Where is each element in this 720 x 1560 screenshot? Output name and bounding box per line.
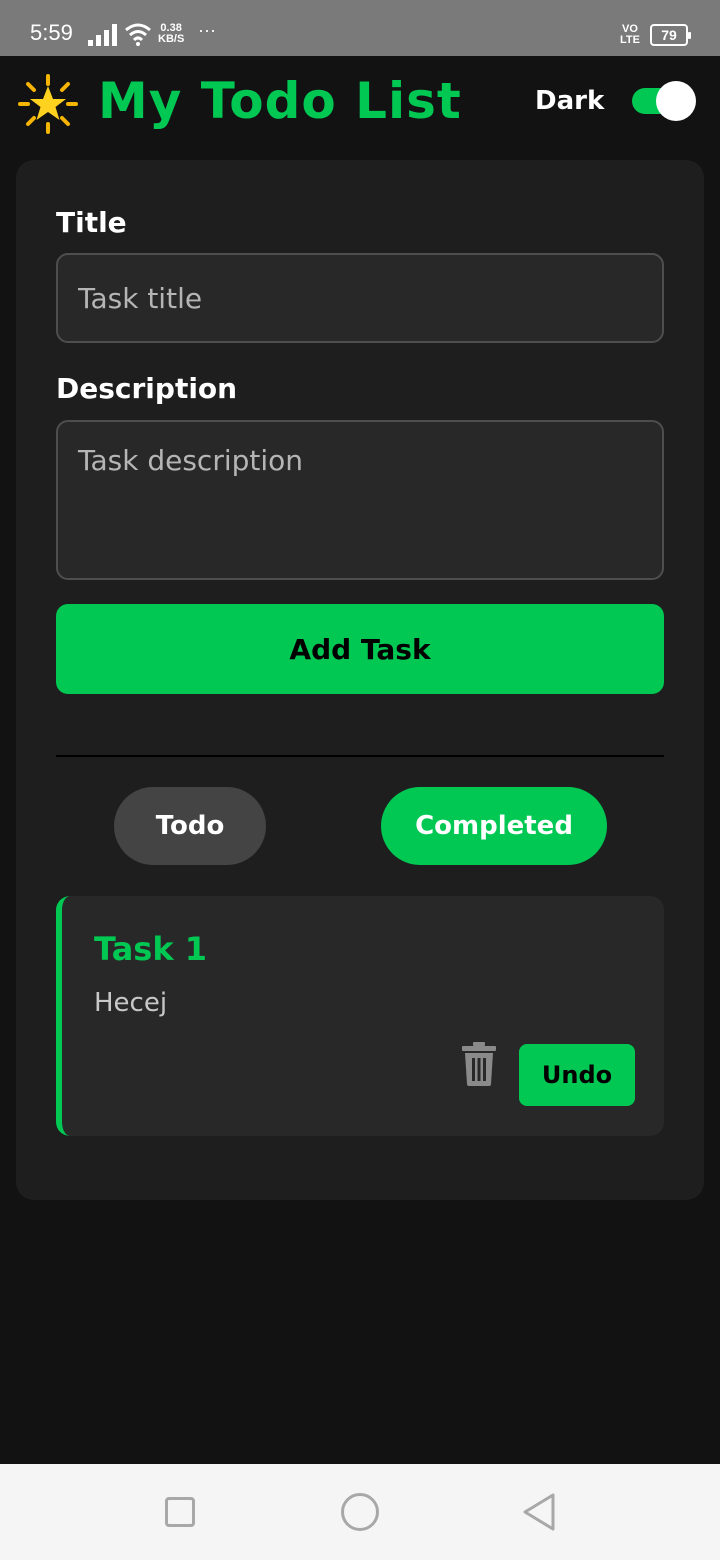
description-input[interactable] (56, 420, 664, 580)
tab-completed[interactable]: Completed (381, 787, 607, 865)
task-item: Task 1 Hecej Undo (56, 896, 664, 1136)
undo-button[interactable]: Undo (519, 1044, 635, 1106)
battery-icon: 79 (650, 24, 691, 46)
more-notifications-icon: ··· (198, 20, 216, 40)
navigation-bar (0, 1464, 720, 1560)
app-title: My Todo List (98, 72, 462, 130)
home-icon[interactable] (341, 1493, 379, 1531)
recent-apps-icon[interactable] (165, 1497, 195, 1527)
theme-label: Dark (535, 86, 605, 116)
divider (56, 755, 664, 757)
task-description: Hecej (94, 988, 168, 1018)
status-time: 5:59 (30, 20, 73, 45)
volte-indicator: VO LTE (620, 24, 640, 46)
todo-card: Title Description Add Task Todo Complete… (16, 160, 704, 1200)
dark-mode-toggle[interactable] (632, 81, 696, 121)
network-speed-unit: KB/S (158, 33, 185, 45)
add-task-button[interactable]: Add Task (56, 604, 664, 694)
network-speed: 0.38 KB/S (158, 23, 184, 45)
tab-todo[interactable]: Todo (114, 787, 266, 865)
title-label: Title (56, 206, 127, 239)
app-header: My Todo List Dark (0, 56, 720, 156)
title-input[interactable] (56, 253, 664, 343)
description-label: Description (56, 372, 238, 405)
signal-icon (88, 24, 117, 46)
star-icon (18, 74, 78, 134)
task-title: Task 1 (94, 930, 208, 968)
toggle-knob (656, 81, 696, 121)
wifi-icon (125, 23, 151, 46)
status-bar: 5:59 0.38 KB/S ··· VO LTE 79 (0, 0, 720, 56)
volte-bottom: LTE (620, 34, 640, 46)
back-icon[interactable] (521, 1492, 557, 1532)
trash-icon[interactable] (460, 1042, 498, 1086)
